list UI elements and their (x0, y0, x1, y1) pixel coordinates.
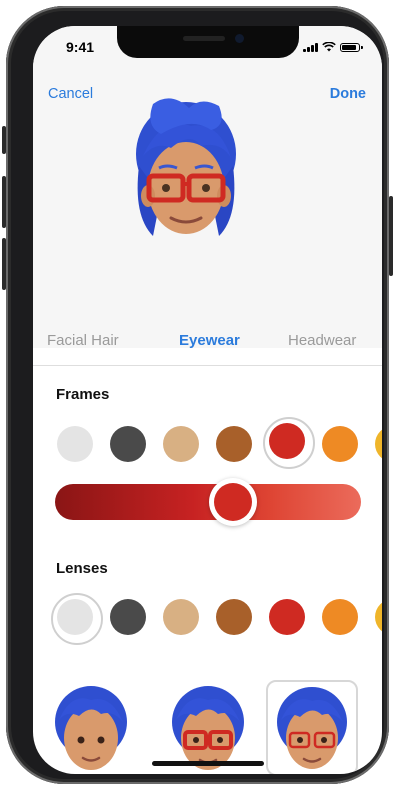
lenses-title: Lenses (56, 560, 108, 577)
cellular-signal-icon (303, 43, 318, 52)
frame-color-swatch-light-gray[interactable] (57, 426, 93, 462)
eyewear-style-rectangular[interactable] (162, 680, 254, 774)
notch (117, 26, 299, 58)
battery-icon (340, 43, 363, 52)
frame-color-swatch-red[interactable] (269, 423, 305, 459)
frame-color-swatch-yellow[interactable] (375, 426, 382, 462)
frames-title: Frames (56, 386, 110, 403)
lens-color-swatch-tan[interactable] (163, 599, 199, 635)
category-tabs: Facial Hair Eyewear Headwear (33, 322, 382, 352)
mute-switch (2, 126, 6, 154)
home-indicator[interactable] (152, 761, 264, 766)
wifi-icon (322, 42, 336, 52)
speaker (183, 36, 225, 41)
cancel-button[interactable]: Cancel (48, 86, 93, 102)
frame-color-slider-track[interactable] (55, 484, 361, 520)
frame-color-swatch-dark-gray[interactable] (110, 426, 146, 462)
memoji-thumbnail-rectangular-glasses (172, 686, 244, 770)
frame-color-slider-thumb[interactable] (209, 478, 257, 526)
tab-facial-hair[interactable]: Facial Hair (47, 332, 119, 349)
lens-color-swatch-red[interactable] (269, 599, 305, 635)
divider (33, 365, 382, 366)
frame-color-swatch-tan[interactable] (163, 426, 199, 462)
screen: 9:41 Cancel Done Facial Hair Eyewear Hea… (33, 26, 382, 774)
front-camera (235, 34, 244, 43)
lens-color-swatch-dark-gray[interactable] (110, 599, 146, 635)
lens-color-swatch-light-gray[interactable] (57, 599, 93, 635)
memoji-thumbnail-no-glasses (55, 686, 127, 770)
lens-color-swatch-brown[interactable] (216, 599, 252, 635)
lens-color-swatch-orange[interactable] (322, 599, 358, 635)
memoji-thumbnail-thin-glasses (277, 687, 347, 769)
tab-headwear[interactable]: Headwear (288, 332, 356, 349)
side-button (389, 196, 393, 276)
eyewear-style-thin-selected[interactable] (266, 680, 358, 774)
frame-color-swatch-brown[interactable] (216, 426, 252, 462)
volume-down-button (2, 238, 6, 290)
eyewear-style-none[interactable] (45, 680, 137, 774)
done-button[interactable]: Done (330, 86, 366, 102)
volume-up-button (2, 176, 6, 228)
frame-color-swatch-orange[interactable] (322, 426, 358, 462)
status-icons (303, 42, 363, 52)
slider-thumb-color (214, 483, 252, 521)
tab-eyewear[interactable]: Eyewear (179, 332, 240, 349)
phone-frame: 9:41 Cancel Done Facial Hair Eyewear Hea… (2, 6, 393, 784)
memoji-avatar-preview (136, 98, 236, 236)
lens-color-swatch-yellow[interactable] (375, 599, 382, 635)
status-time: 9:41 (66, 39, 95, 55)
